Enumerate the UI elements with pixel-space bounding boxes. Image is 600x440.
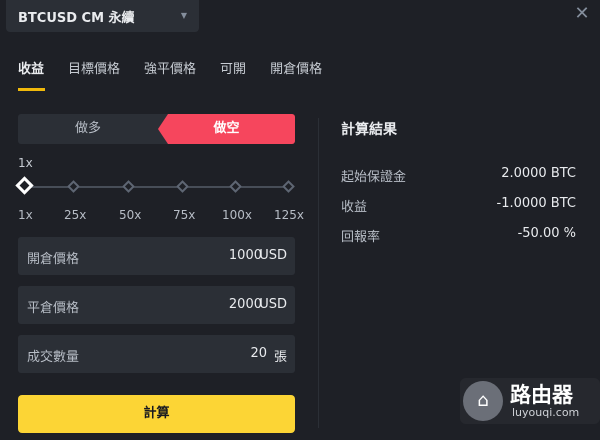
close-icon[interactable]: ✕ [572,4,592,24]
tick-label: 25x [64,208,87,222]
exit-price-value[interactable]: 2000 [229,297,262,312]
tick-label: 125x [274,208,305,222]
result-label: 起始保證金 [341,170,407,185]
panel-divider [318,118,319,428]
result-value: -50.00 % [517,226,576,241]
tab-target-price[interactable]: 目標價格 [68,58,120,92]
leverage-ticks: 1x 25x 50x 75x 100x 125x [18,208,304,222]
slider-dot-75x[interactable] [176,180,189,193]
tab-entry-price[interactable]: 開倉價格 [270,58,322,92]
result-title: 計算結果 [341,122,397,138]
exit-price-field[interactable]: 平倉價格 2000 USD [18,286,295,324]
watermark: ⌂ 路由器 luyouqi.com [460,378,600,424]
router-logo-icon: ⌂ [463,381,503,421]
result-row-roe: 回報率 -50.00 % [341,226,576,245]
tab-max-open[interactable]: 可開 [220,58,246,92]
result-row-pnl: 收益 -1.0000 BTC [341,196,577,215]
quantity-field[interactable]: 成交數量 20 張 [18,335,295,373]
result-row-initial-margin: 起始保證金 2.0000 BTC [341,166,576,185]
result-label: 回報率 [341,230,381,245]
symbol-label: BTCUSD CM 永續 [18,10,135,26]
exit-price-label: 平倉價格 [27,301,80,316]
result-value: 2.0000 BTC [501,166,576,181]
exit-price-unit: USD [259,297,287,312]
entry-price-value[interactable]: 1000 [229,248,262,263]
entry-price-field[interactable]: 開倉價格 1000 USD [18,237,295,275]
calculator-tabs: 收益 目標價格 強平價格 可開 開倉價格 [18,58,346,92]
watermark-url: luyouqi.com [512,406,580,419]
leverage-value: 1x [18,156,33,170]
watermark-name: 路由器 [510,383,573,407]
side-toggle: 做多 做空 [18,114,295,144]
quantity-unit: 張 [273,350,287,365]
tick-label: 100x [222,208,253,222]
slider-track [23,186,290,188]
tick-label: 1x [18,208,33,222]
result-value: -1.0000 BTC [496,196,577,211]
slider-dot-100x[interactable] [229,180,242,193]
short-button[interactable]: 做空 [158,114,295,144]
tab-liquidation-price[interactable]: 強平價格 [144,58,196,92]
entry-price-label: 開倉價格 [27,252,80,267]
slider-dot-50x[interactable] [122,180,135,193]
caret-down-icon: ▼ [180,11,187,20]
entry-price-unit: USD [259,248,287,263]
quantity-label: 成交數量 [27,350,80,365]
leverage-slider[interactable] [15,176,295,196]
result-label: 收益 [341,200,368,215]
long-button[interactable]: 做多 [18,114,158,144]
slider-handle[interactable] [15,176,34,195]
slider-dot-25x[interactable] [67,180,80,193]
symbol-selector[interactable]: BTCUSD CM 永續 ▼ [6,0,199,32]
quantity-value[interactable]: 20 [250,346,267,361]
slider-dot-125x[interactable] [282,180,295,193]
tab-pnl[interactable]: 收益 [18,58,46,92]
tick-label: 75x [173,208,196,222]
tick-label: 50x [119,208,142,222]
calculate-button[interactable]: 計算 [18,395,295,433]
